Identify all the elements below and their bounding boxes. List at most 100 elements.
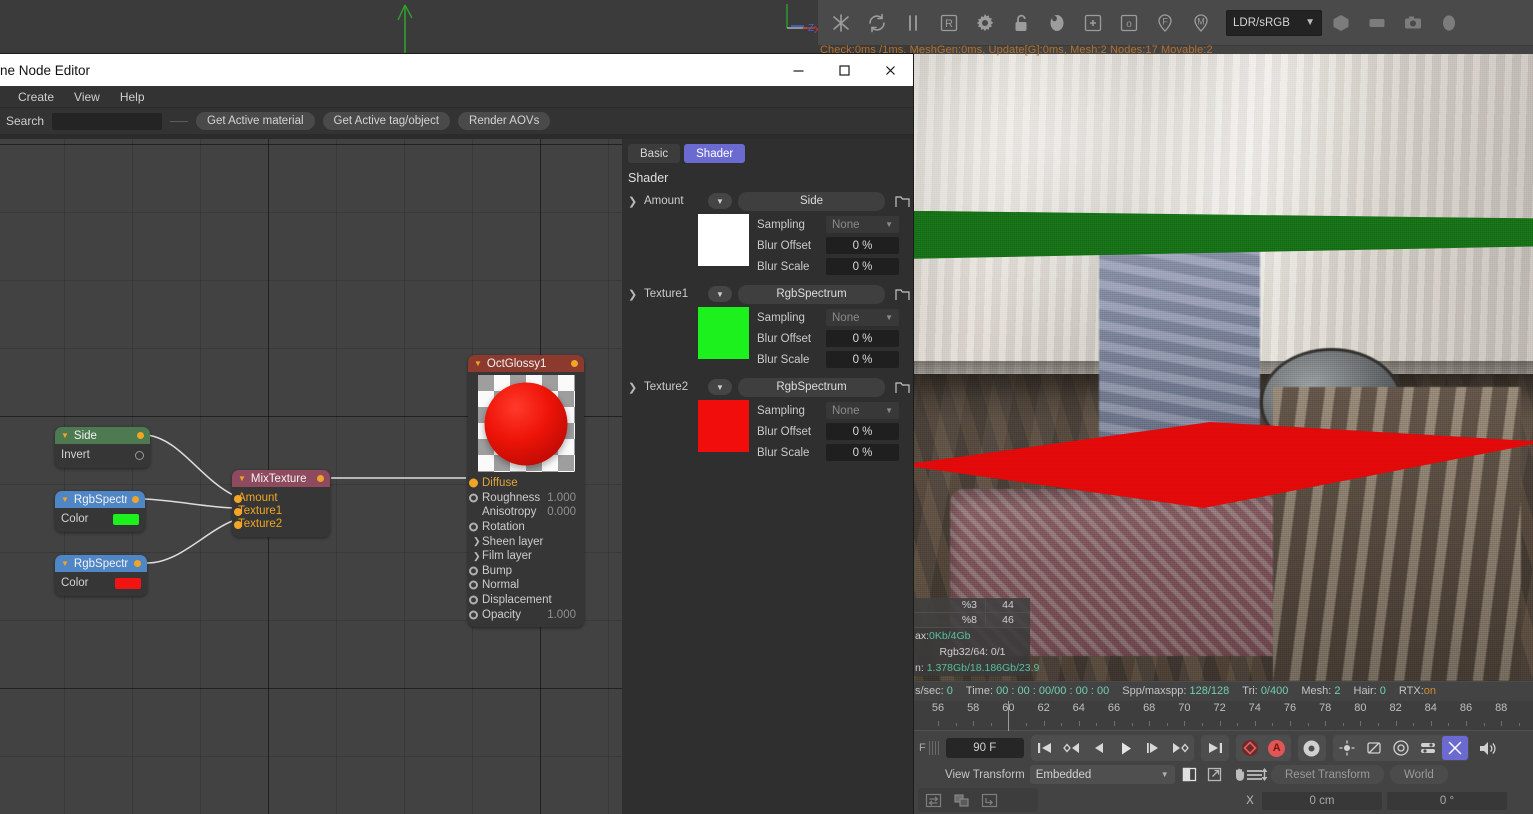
slot-node-type[interactable]: RgbSpectrum	[738, 377, 885, 397]
record-keyframe-button[interactable]	[1237, 736, 1263, 760]
blur-scale-field[interactable]: 0 %	[826, 351, 899, 368]
slot-node-type[interactable]: Side	[738, 191, 885, 211]
keyframe-settings-button[interactable]	[1299, 736, 1325, 760]
menu-icon[interactable]	[1243, 768, 1265, 782]
go-to-end-button[interactable]	[1202, 736, 1228, 760]
menu-item-view[interactable]: View	[64, 86, 110, 108]
color-swatch[interactable]	[113, 513, 139, 525]
collapse-triangle-icon[interactable]: ▼	[238, 474, 246, 483]
chevron-right-icon[interactable]: ❯	[473, 551, 481, 562]
add-object-icon[interactable]	[1076, 4, 1110, 42]
slot-color-swatch[interactable]	[698, 214, 749, 266]
region-render-icon[interactable]: R	[932, 4, 966, 42]
minimize-button[interactable]	[775, 54, 821, 86]
slot-dropdown-button[interactable]: ▼	[708, 379, 732, 395]
node-octglossy1[interactable]: ▼ OctGlossy1 Diffuse Roughness 1.000 Anisot…	[468, 355, 584, 627]
window-titlebar[interactable]: ne Node Editor	[0, 54, 913, 86]
sampling-select[interactable]: None ▼	[826, 309, 899, 326]
node-header[interactable]: ▼ RgbSpectrum	[55, 555, 147, 572]
color-swatch[interactable]	[115, 577, 141, 589]
maximize-button[interactable]	[821, 54, 867, 86]
input-port-texture1[interactable]	[234, 508, 242, 516]
reset-transform-button[interactable]: Reset Transform	[1271, 765, 1384, 784]
oct-param-row[interactable]: Bump	[468, 564, 584, 579]
record-pla-button[interactable]	[1441, 736, 1468, 760]
blur-scale-field[interactable]: 0 %	[826, 258, 899, 275]
output-port[interactable]	[571, 360, 578, 367]
step-back-button[interactable]	[1086, 736, 1112, 760]
node-row-color[interactable]: Color	[61, 575, 141, 591]
record-position-button[interactable]	[1334, 736, 1360, 760]
slot-color-swatch[interactable]	[698, 400, 749, 452]
node-header[interactable]: ▼ Side	[55, 427, 150, 444]
settings-gear-icon[interactable]	[968, 4, 1002, 42]
go-to-start-button[interactable]	[1032, 736, 1058, 760]
collapse-triangle-icon[interactable]: ▼	[61, 495, 69, 504]
invert-checkbox[interactable]	[135, 450, 144, 460]
pause-icon[interactable]	[896, 4, 930, 42]
input-texture1[interactable]: Texture1	[234, 505, 324, 518]
record-parameter-button[interactable]	[1415, 736, 1441, 760]
sound-button[interactable]	[1475, 736, 1501, 760]
input-port[interactable]	[469, 610, 478, 620]
node-rgbspectrum-green[interactable]: ▼ RgbSpectrum Color	[55, 491, 145, 532]
node-rgbspectrum-red[interactable]: ▼ RgbSpectrum Color	[55, 555, 147, 596]
input-port[interactable]	[469, 595, 478, 605]
node-row-invert[interactable]: Invert	[61, 447, 144, 463]
input-port[interactable]	[469, 522, 478, 532]
timeline-ruler[interactable]: 5658606264666870727476788082848688	[913, 701, 1533, 731]
oct-param-row[interactable]: Displacement	[468, 593, 584, 608]
get-active-material-button[interactable]: Get Active material	[196, 112, 315, 130]
sampling-select[interactable]: None ▼	[826, 402, 899, 419]
node-side[interactable]: ▼ Side Invert	[55, 427, 150, 468]
blur-offset-field[interactable]: 0 %	[826, 423, 899, 440]
camera-icon[interactable]	[1396, 4, 1430, 42]
search-input[interactable]	[52, 112, 163, 130]
menu-item-help[interactable]: Help	[110, 86, 155, 108]
output-port[interactable]	[132, 496, 139, 503]
oct-param-row[interactable]: Opacity 1.000	[468, 607, 584, 622]
material-ball-icon[interactable]	[1040, 4, 1074, 42]
collapse-triangle-icon[interactable]: ▼	[61, 431, 69, 440]
input-port[interactable]	[469, 580, 478, 590]
hexagon-icon[interactable]	[1324, 4, 1358, 42]
node-mixtexture[interactable]: ▼ MixTexture Amount Texture1 Texture2	[232, 470, 330, 537]
split-view-icon[interactable]	[1180, 765, 1200, 785]
render-aovs-button[interactable]: Render AOVs	[458, 112, 551, 130]
position-x-field[interactable]: 0 cm	[1262, 792, 1382, 810]
oct-param-row[interactable]: ❯ Sheen layer	[468, 534, 584, 549]
oct-param-row[interactable]: Normal	[468, 578, 584, 593]
record-rotation-button[interactable]	[1388, 736, 1414, 760]
input-texture2[interactable]: Texture2	[234, 518, 324, 531]
object-icon[interactable]: o	[1112, 4, 1146, 42]
slot-dropdown-button[interactable]: ▼	[708, 193, 732, 209]
chevron-right-icon[interactable]: ❯	[628, 381, 638, 394]
chevron-right-icon[interactable]: ❯	[628, 288, 638, 301]
swap-icon[interactable]	[920, 790, 946, 810]
chevron-right-icon[interactable]: ❯	[473, 536, 481, 547]
oct-param-row[interactable]: Anisotropy 0.000	[468, 505, 584, 520]
slot-node-type[interactable]: RgbSpectrum	[738, 284, 885, 304]
current-frame-field[interactable]: 90 F	[945, 738, 1024, 758]
world-coordinate-button[interactable]: World	[1390, 765, 1448, 784]
output-port[interactable]	[137, 432, 144, 439]
node-row-color[interactable]: Color	[61, 511, 139, 527]
input-port-texture2[interactable]	[234, 521, 242, 529]
sampling-select[interactable]: None ▼	[826, 216, 899, 233]
open-external-icon[interactable]	[1205, 765, 1225, 785]
material-picker-icon[interactable]: M	[1184, 4, 1218, 42]
node-header[interactable]: ▼ RgbSpectrum	[55, 491, 145, 508]
folder-icon[interactable]	[891, 195, 913, 208]
rectangle-icon[interactable]	[1360, 4, 1394, 42]
input-port[interactable]	[469, 493, 478, 503]
step-forward-button[interactable]	[1140, 736, 1166, 760]
render-restart-icon[interactable]	[824, 4, 858, 42]
play-button[interactable]	[1113, 736, 1139, 760]
focus-picker-icon[interactable]: F	[1148, 4, 1182, 42]
node-header[interactable]: ▼ MixTexture	[232, 470, 330, 487]
timeline-playhead[interactable]	[1008, 701, 1010, 731]
input-amount[interactable]: Amount	[234, 492, 324, 505]
output-port[interactable]	[134, 560, 141, 567]
oct-param-row[interactable]: ❯ Film layer	[468, 549, 584, 564]
prev-key-button[interactable]	[1059, 736, 1085, 760]
